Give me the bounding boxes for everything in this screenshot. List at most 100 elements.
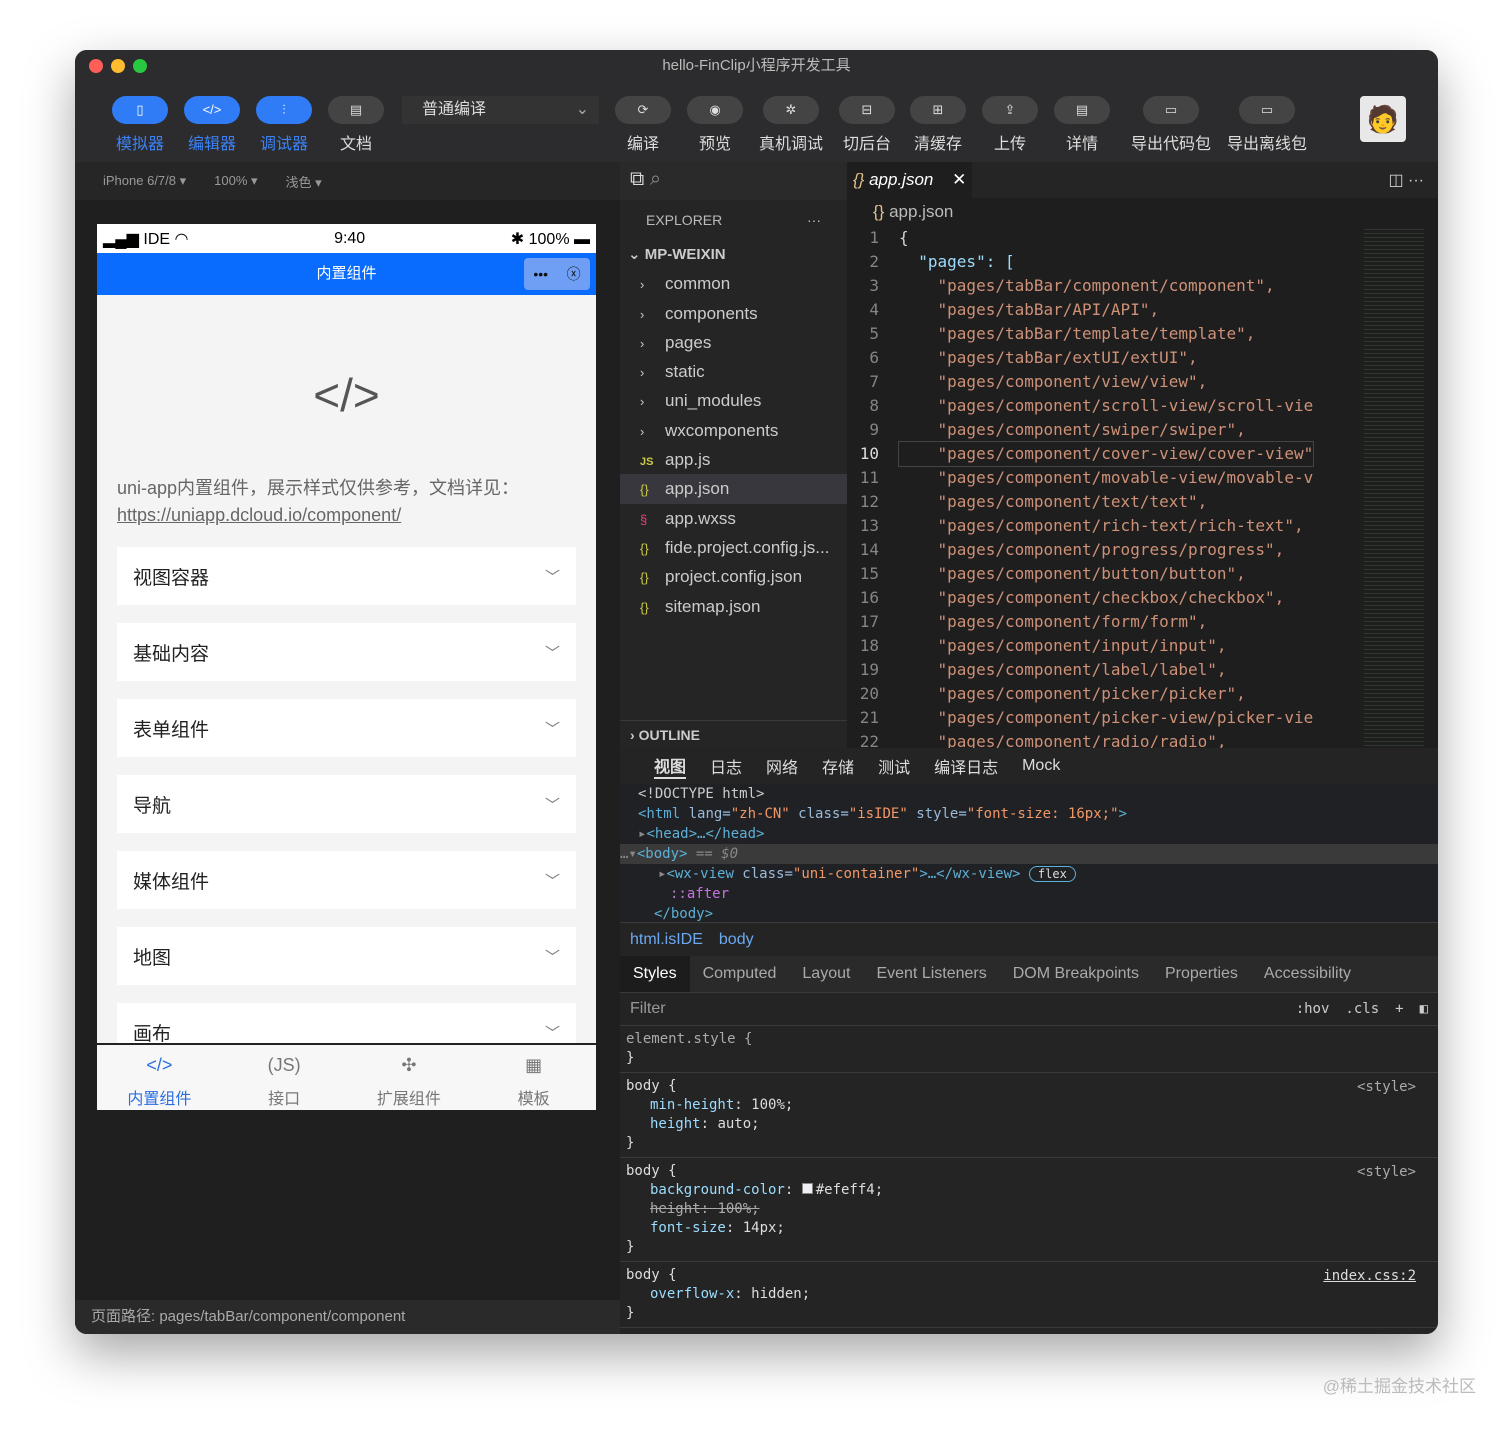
section-item[interactable]: 基础内容﹀ [117,623,576,681]
styles-tab[interactable]: Layout [789,965,863,983]
tabbar-item[interactable]: (JS)接口 [222,1045,347,1110]
outline-section[interactable]: › OUTLINE [620,720,847,748]
add-rule-icon[interactable]: + [1395,1001,1403,1017]
docs-link[interactable]: https://uniapp.dcloud.io/component/ [117,505,401,525]
css-property[interactable]: height: 100%; [626,1200,1432,1219]
devtools-tab[interactable]: 网络 [766,754,798,778]
devtools-tab[interactable]: 测试 [878,754,910,778]
dom-tree[interactable]: <!DOCTYPE html> <html lang="zh-CN" class… [620,784,1438,922]
filter-input[interactable]: Filter [630,1000,666,1018]
file-item[interactable]: ›static [620,357,847,386]
toolbar-folder-button[interactable]: ▭导出代码包 [1125,96,1217,154]
file-item[interactable]: ›components [620,299,847,328]
breadcrumb-html[interactable]: html.isIDE [630,931,703,948]
user-avatar[interactable]: 🧑 [1360,96,1406,142]
line-number: 7 [847,370,899,394]
section-item[interactable]: 地图﹀ [117,927,576,985]
styles-tab[interactable]: DOM Breakpoints [1000,965,1152,983]
file-item[interactable]: JSapp.js [620,445,847,474]
section-item[interactable]: 导航﹀ [117,775,576,833]
cls-button[interactable]: .cls [1345,1001,1379,1017]
more-icon[interactable]: ••• [533,258,548,290]
css-rule[interactable]: element.style {} [620,1026,1438,1073]
devtools-tab[interactable]: 编译日志 [934,754,998,778]
close-window-button[interactable] [89,59,103,73]
styles-tab[interactable]: Event Listeners [863,965,999,983]
section-item[interactable]: 媒体组件﹀ [117,851,576,909]
toolbar-detail-button[interactable]: ▤详情 [1047,96,1117,154]
files-icon[interactable]: ⧉ [630,168,644,190]
close-circle-icon[interactable]: ⓧ [567,258,581,290]
devtools-tab[interactable]: 视图 [654,753,686,779]
file-item[interactable]: ›wxcomponents [620,416,847,445]
dom-wx-view[interactable]: ▸<wx-view class="uni-container">…</wx-vi… [638,864,1438,884]
zoom-select[interactable]: 100% ▾ [214,173,257,189]
toolbar-bug-button[interactable]: ✲真机调试 [756,96,826,154]
search-icon[interactable]: ⌕ [650,168,661,190]
file-item[interactable]: ›pages [620,328,847,357]
minimap[interactable] [1364,226,1424,746]
more-icon[interactable]: ··· [1408,172,1424,189]
devtools-tab[interactable]: 存储 [822,754,854,778]
split-editor-icon[interactable]: ◫ [1388,172,1403,189]
color-swatch[interactable] [802,1183,813,1194]
file-item[interactable]: ›common [620,269,847,298]
section-item[interactable]: 表单组件﹀ [117,699,576,757]
more-icon[interactable]: ··· [807,212,821,228]
tabbar-item[interactable]: ✣扩展组件 [347,1045,472,1110]
code-editor[interactable]: {} app.json ✕◫ ··· {} app.json 1{2 "page… [847,162,1438,748]
code-line: 17 "pages/component/form/form", [847,610,1438,634]
toolbar-eye-button[interactable]: ◉预览 [680,96,750,154]
styles-tab[interactable]: Properties [1152,965,1251,983]
file-item[interactable]: {}fide.project.config.js... [620,533,847,562]
file-item[interactable]: ›uni_modules [620,386,847,415]
css-property[interactable]: min-height: 100%; [626,1096,1432,1115]
file-item[interactable]: {}app.json [620,474,847,503]
tabbar-item[interactable]: ▦模板 [471,1045,596,1110]
editor-breadcrumb[interactable]: {} app.json [847,198,1438,226]
minimize-window-button[interactable] [111,59,125,73]
devtools-tab[interactable]: Mock [1022,757,1060,775]
section-item[interactable]: 视图容器﹀ [117,547,576,605]
dom-after[interactable]: ::after [638,884,1438,904]
css-rule[interactable]: body {<style>background-color: #efeff4;h… [620,1158,1438,1262]
toolbar-phone-button[interactable]: ▯模拟器 [105,96,175,154]
devtools-tab[interactable]: 日志 [710,754,742,778]
css-property[interactable]: overflow-x: hidden; [626,1285,1432,1304]
explorer-root[interactable]: ⌄ MP-WEIXIN [620,240,847,269]
toolbar-switch-button[interactable]: ⊟切后台 [832,96,902,154]
flex-badge[interactable]: flex [1029,866,1076,882]
css-property[interactable]: font-size: 14px; [626,1219,1432,1238]
rule-source[interactable]: index.css:2 [1323,1268,1416,1284]
toolbar-refresh-button[interactable]: ⟳编译 [608,96,678,154]
toggle-sidebar-icon[interactable]: ◧ [1420,1001,1428,1017]
css-property[interactable]: height: auto; [626,1115,1432,1134]
css-rule[interactable]: body {index.css:2overflow-x: hidden;} [620,1262,1438,1328]
toolbar-sliders-button[interactable]: ⫶调试器 [249,96,319,154]
dom-head[interactable]: ▸<head>…</head> [638,824,1438,844]
file-item[interactable]: {}project.config.json [620,562,847,591]
tabbar-item[interactable]: </>内置组件 [97,1045,222,1110]
css-rule[interactable]: body {<style>min-height: 100%;height: au… [620,1073,1438,1158]
toolbar-code-button[interactable]: </>编辑器 [177,96,247,154]
styles-tab[interactable]: Computed [690,965,790,983]
css-property[interactable]: background-color: #efeff4; [626,1181,1432,1200]
styles-tab[interactable]: Styles [620,956,690,992]
zoom-window-button[interactable] [133,59,147,73]
file-item[interactable]: {}sitemap.json [620,592,847,621]
close-icon[interactable]: ✕ [952,170,966,189]
dom-html[interactable]: <html lang="zh-CN" class="isIDE" style="… [638,804,1438,824]
file-item[interactable]: §app.wxss [620,504,847,533]
toolbar-upload-button[interactable]: ⇪上传 [975,96,1045,154]
compile-mode-select[interactable]: 普通编译⌄ [402,96,599,124]
toolbar-clear-button[interactable]: ⊞清缓存 [903,96,973,154]
styles-tab[interactable]: Accessibility [1251,965,1364,983]
tab-app-json[interactable]: {} app.json ✕ [847,162,972,198]
toolbar-doc-button[interactable]: ▤文档 [321,96,391,154]
breadcrumb-body[interactable]: body [719,931,754,948]
theme-select[interactable]: 浅色 ▾ [286,172,322,191]
dom-body[interactable]: …▾<body> == $0 [620,844,1438,864]
device-select[interactable]: iPhone 6/7/8 ▾ [103,173,186,189]
toolbar-folder-button[interactable]: ▭导出离线包 [1221,96,1313,154]
hov-button[interactable]: :hov [1296,1001,1330,1017]
